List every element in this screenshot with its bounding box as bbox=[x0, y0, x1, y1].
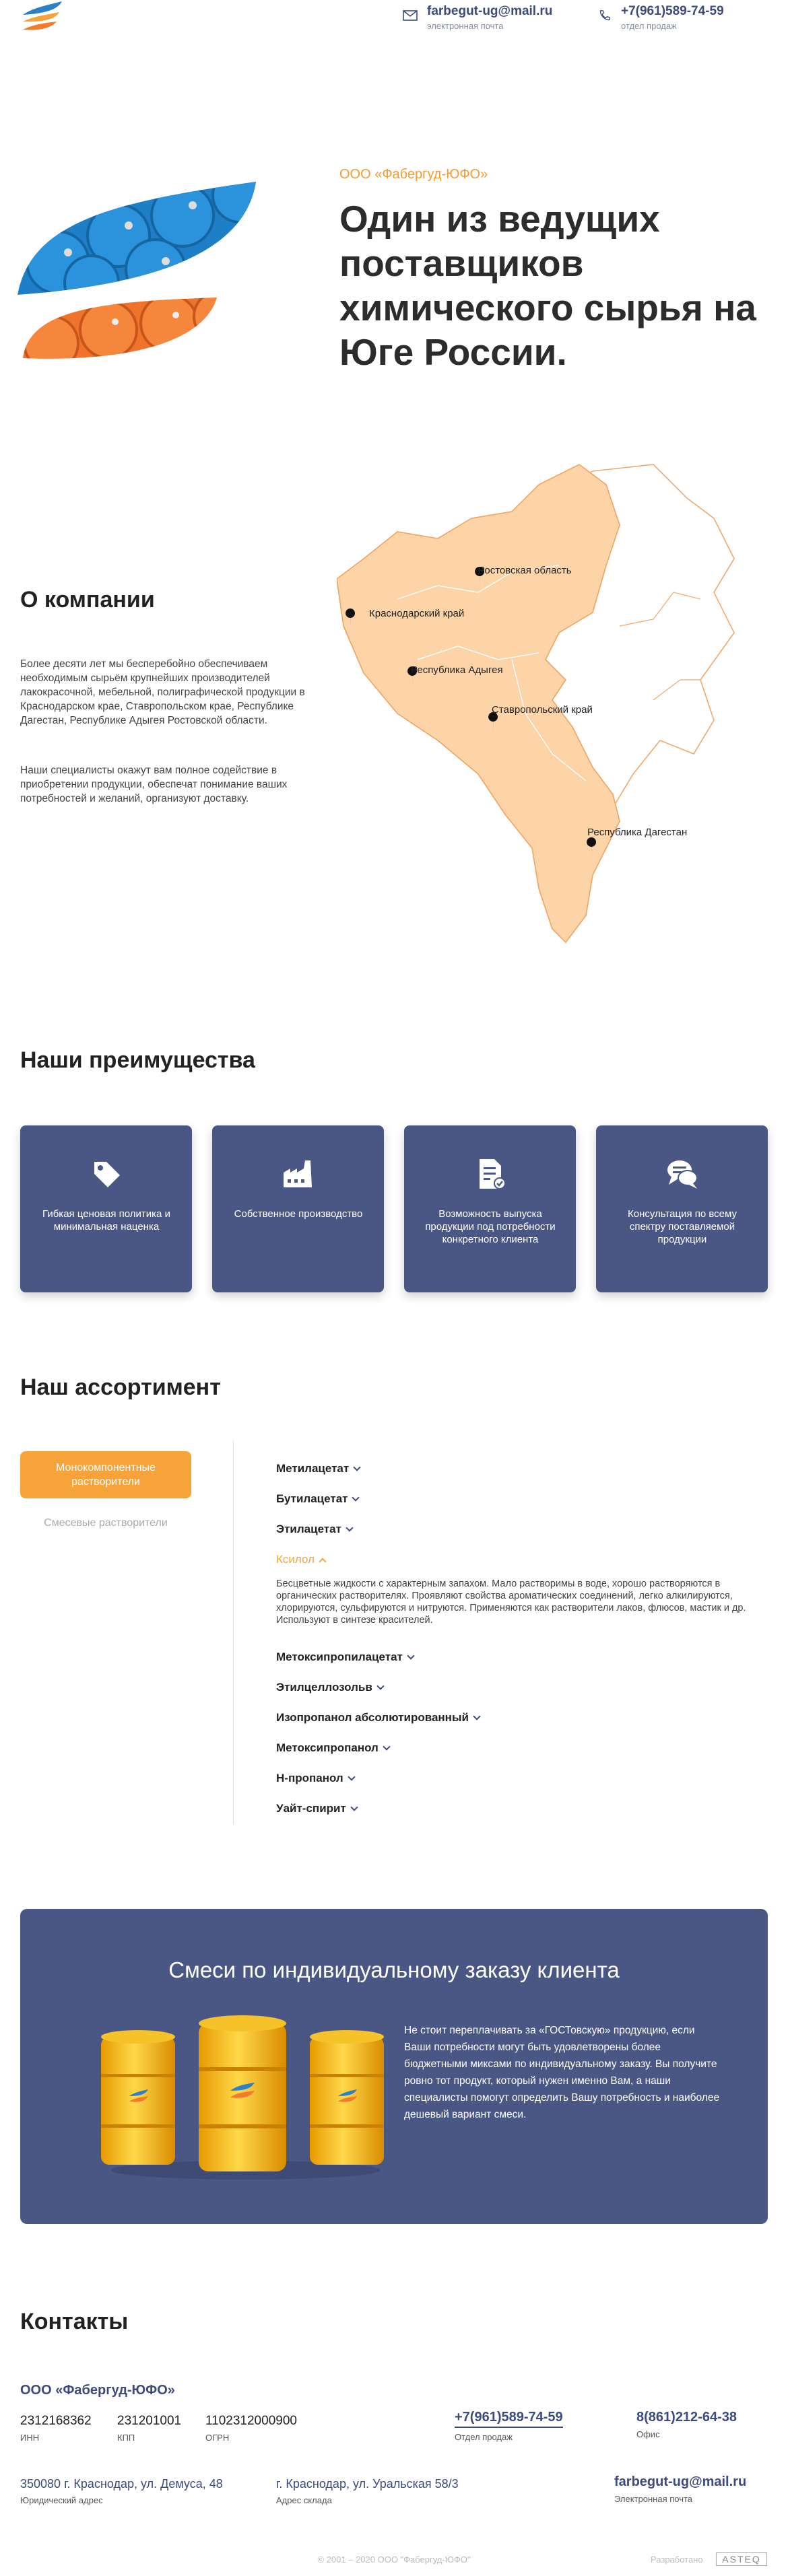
map-label-krasnodar: Краснодарский край bbox=[369, 608, 464, 619]
advantage-card-production: Собственное производство bbox=[212, 1125, 384, 1292]
assortment-title: Наш ассортимент bbox=[20, 1374, 221, 1400]
chevron-down-icon bbox=[353, 1463, 361, 1471]
tab-mono-solvents[interactable]: Монокомпонентные растворители bbox=[20, 1451, 191, 1498]
assortment-divider bbox=[233, 1440, 234, 1824]
chevron-down-icon bbox=[346, 1524, 354, 1532]
barrel-left bbox=[101, 2030, 175, 2165]
chevron-down-icon bbox=[348, 1773, 356, 1781]
chevron-down-icon bbox=[350, 1803, 358, 1811]
product-item[interactable]: Н-пропанол bbox=[276, 1772, 356, 1785]
about-paragraph-1: Более десяти лет мы бесперебойно обеспеч… bbox=[20, 658, 305, 726]
south-russia-map: Ростовская область Краснодарский край Ре… bbox=[337, 464, 735, 944]
inn-value: 2312168362 bbox=[20, 2414, 92, 2428]
warehouse-address-block: г. Краснодар, ул. Уральская 58/3 Адрес с… bbox=[276, 2477, 459, 2505]
warehouse-address-value: г. Краснодар, ул. Уральская 58/3 bbox=[276, 2477, 459, 2491]
company-logo[interactable] bbox=[19, 1, 65, 34]
map-label-stavropol: Ставропольский край bbox=[492, 704, 593, 716]
chat-icon bbox=[667, 1160, 698, 1189]
contacts-email-block[interactable]: farbegut-ug@mail.ru Электронная почта bbox=[614, 2474, 746, 2504]
ogrn-value: 1102312000900 bbox=[205, 2414, 297, 2428]
contacts-email-label: Электронная почта bbox=[614, 2494, 693, 2504]
advantages-title: Наши преимущества bbox=[20, 1047, 255, 1073]
custom-mix-banner: Смеси по индивидуальному заказу клиента … bbox=[20, 1909, 768, 2224]
advantage-card-price: Гибкая ценовая политика и минимальная на… bbox=[20, 1125, 192, 1292]
sales-phone-label: Отдел продаж bbox=[455, 2432, 513, 2442]
ogrn-block: 1102312000900 ОГРН bbox=[205, 2414, 297, 2443]
header-email-label: электронная почта bbox=[427, 21, 504, 31]
developer-label: Разработано bbox=[651, 2554, 703, 2565]
map-outline-inner-2 bbox=[653, 679, 700, 701]
hero-title: Один из ведущих поставщиков химического … bbox=[339, 198, 756, 373]
inn-label: ИНН bbox=[20, 2433, 40, 2443]
chevron-down-icon bbox=[376, 1682, 385, 1690]
kpp-value: 231201001 bbox=[117, 2414, 182, 2428]
office-phone-label: Офис bbox=[636, 2429, 660, 2439]
barrel-center bbox=[199, 2015, 286, 2171]
product-item[interactable]: Метилацетат bbox=[276, 1462, 361, 1475]
developer-logo[interactable]: ASTEQ bbox=[716, 2552, 767, 2566]
kpp-block: 231201001 КПП bbox=[117, 2414, 181, 2443]
map-region-highlight bbox=[337, 464, 620, 944]
advantage-card-consult: Консультация по всему спектру поставляем… bbox=[596, 1125, 768, 1292]
tab-mixed-solvents[interactable]: Смесевые растворители bbox=[20, 1517, 191, 1529]
ogrn-label: ОГРН bbox=[205, 2433, 230, 2443]
site-header: farbegut-ug@mail.ru электронная почта +7… bbox=[0, 0, 788, 40]
header-email-value[interactable]: farbegut-ug@mail.ru bbox=[427, 4, 552, 19]
advantage-text: Консультация по всему спектру поставляем… bbox=[628, 1208, 737, 1245]
chevron-down-icon bbox=[407, 1652, 415, 1660]
advantage-text: Гибкая ценовая политика и минимальная на… bbox=[42, 1208, 170, 1232]
office-phone-value[interactable]: 8(861)212-64-38 bbox=[636, 2410, 737, 2425]
kpp-label: КПП bbox=[117, 2433, 135, 2443]
map-label-rostov: Ростовская область bbox=[478, 565, 572, 576]
product-item[interactable]: Уайт-спирит bbox=[276, 1802, 358, 1815]
mix-description: Не стоит переплачивать за «ГОСТовскую» п… bbox=[404, 2025, 720, 2120]
phone-icon bbox=[599, 10, 610, 20]
legal-address-label: Юридический адрес bbox=[20, 2495, 103, 2505]
about-paragraph-2: Наши специалисты окажут вам полное содей… bbox=[20, 765, 288, 804]
legal-address-value: 350080 г. Краснодар, ул. Демуса, 48 bbox=[20, 2477, 223, 2491]
hero-company-name: ООО «Фабергуд-ЮФО» bbox=[339, 167, 488, 182]
chevron-down-icon bbox=[352, 1494, 360, 1502]
product-item[interactable]: Метоксипропанол bbox=[276, 1741, 391, 1755]
mail-icon bbox=[403, 10, 418, 21]
warehouse-address-label: Адрес склада bbox=[276, 2495, 332, 2505]
sales-phone-block[interactable]: +7(961)589-74-59 Отдел продаж bbox=[455, 2410, 563, 2442]
header-phone-label: отдел продаж bbox=[621, 21, 677, 31]
advantage-card-custom: Возможность выпуска продукции под потреб… bbox=[404, 1125, 576, 1292]
factory-icon bbox=[284, 1160, 312, 1187]
mix-title: Смеси по индивидуальному заказу клиента bbox=[168, 1957, 620, 1982]
chevron-down-icon bbox=[473, 1712, 481, 1720]
product-item[interactable]: Этилцеллозольв bbox=[276, 1681, 385, 1694]
yellow-barrels-image bbox=[101, 2015, 384, 2180]
hero-barrels-art bbox=[18, 182, 256, 359]
product-item-open[interactable]: Ксилол bbox=[276, 1553, 327, 1566]
map-label-dagestan: Республика Дагестан bbox=[587, 827, 687, 838]
site-footer: © 2001 – 2020 ООО "Фабергуд-ЮФО" Разрабо… bbox=[0, 2552, 788, 2568]
product-item[interactable]: Изопропанол абсолютированный bbox=[276, 1711, 481, 1725]
sales-phone-value[interactable]: +7(961)589-74-59 bbox=[455, 2410, 563, 2428]
chevron-up-icon bbox=[319, 1558, 327, 1566]
product-item[interactable]: Метоксипропилацетат bbox=[276, 1650, 415, 1664]
contacts-company-name: ООО «Фабергуд-ЮФО» bbox=[20, 2383, 175, 2398]
map-label-adygea: Республика Адыгея bbox=[411, 664, 503, 676]
office-phone-block[interactable]: 8(861)212-64-38 Офис bbox=[636, 2410, 737, 2439]
product-item[interactable]: Этилацетат bbox=[276, 1523, 354, 1536]
map-outline-inner-1 bbox=[619, 592, 701, 627]
product-item[interactable]: Бутилацетат bbox=[276, 1492, 360, 1506]
barrel-right bbox=[310, 2030, 384, 2165]
contacts-email-value[interactable]: farbegut-ug@mail.ru bbox=[614, 2474, 746, 2490]
advantage-text: Собственное производство bbox=[234, 1208, 363, 1220]
chevron-down-icon bbox=[383, 1743, 391, 1751]
product-description: Бесцветные жидкости с характерным запахо… bbox=[276, 1578, 746, 1626]
inn-block: 2312168362 ИНН bbox=[20, 2414, 92, 2443]
header-phone-value[interactable]: +7(961)589-74-59 bbox=[621, 4, 724, 19]
document-check-icon bbox=[480, 1159, 506, 1189]
contacts-title: Контакты bbox=[20, 2309, 129, 2334]
legal-address-block: 350080 г. Краснодар, ул. Демуса, 48 Юрид… bbox=[20, 2477, 223, 2505]
price-tag-icon bbox=[94, 1162, 120, 1187]
advantage-text: Возможность выпуска продукции под потреб… bbox=[425, 1208, 556, 1245]
about-title: О компании bbox=[20, 587, 155, 613]
